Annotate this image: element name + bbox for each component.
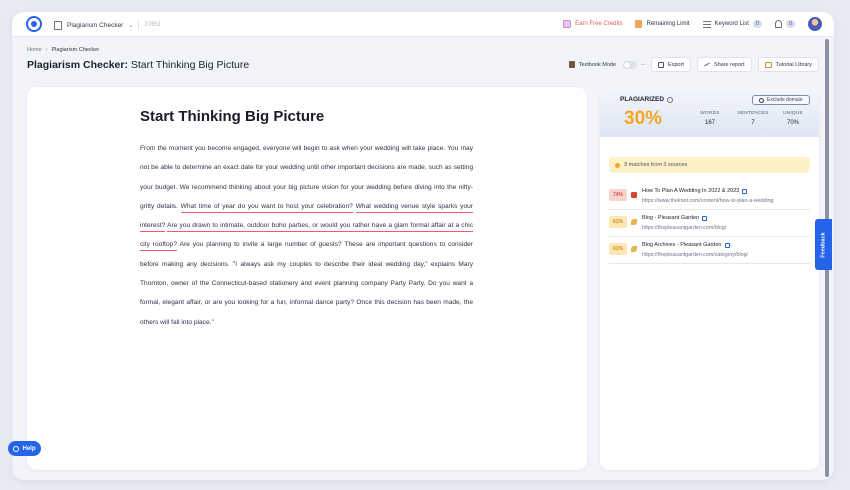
notifications-button[interactable]: 0 bbox=[774, 20, 795, 28]
plagiarized-label: PLAGIARIZED bbox=[620, 96, 674, 103]
matches-banner-text: 3 matches from 3 sources bbox=[624, 162, 688, 168]
match-title[interactable]: How To Plan A Wedding In 2022 & 2023 bbox=[642, 188, 748, 194]
notification-count-badge: 0 bbox=[785, 20, 795, 28]
breadcrumb-separator-icon: › bbox=[45, 47, 48, 53]
match-title-text: How To Plan A Wedding In 2022 & 2023 bbox=[642, 188, 740, 194]
user-avatar[interactable] bbox=[808, 17, 822, 31]
keyword-list-link[interactable]: Keyword List 0 bbox=[702, 20, 762, 28]
book-icon bbox=[568, 61, 575, 68]
keyword-list-label: Keyword List bbox=[714, 21, 749, 27]
toggle-line bbox=[641, 64, 646, 65]
top-right-menu: Earn Free Credits Remaining Limit Keywor… bbox=[563, 17, 822, 31]
plagiarism-percent: 30% bbox=[624, 108, 663, 129]
match-url[interactable]: https://thepleasantgarden.com/blog/ bbox=[642, 225, 726, 231]
share-label: Share report bbox=[713, 61, 745, 68]
stat-sentences: SENTENCES 7 bbox=[735, 111, 771, 126]
matches-banner: 3 matches from 3 sources bbox=[609, 157, 810, 173]
document-editor[interactable]: Start Thinking Big Picture From the mome… bbox=[27, 87, 587, 470]
help-button[interactable]: Help bbox=[8, 441, 41, 456]
site-favicon-icon bbox=[631, 219, 637, 225]
help-label: Help bbox=[22, 445, 36, 452]
document-icon bbox=[54, 20, 62, 30]
export-label: Export bbox=[668, 61, 684, 68]
stat-unique: UNIQUE 70% bbox=[775, 111, 811, 126]
export-icon bbox=[658, 61, 665, 68]
match-title-text: Blog Archives - Pleasant Garden bbox=[642, 242, 722, 248]
match-item[interactable]: 61% Blog Archives - Pleasant Garden http… bbox=[609, 238, 810, 264]
earn-credits-link[interactable]: Earn Free Credits bbox=[563, 20, 622, 28]
stat-label: UNIQUE bbox=[783, 111, 803, 116]
help-icon bbox=[13, 445, 20, 452]
block-icon bbox=[759, 97, 764, 103]
highlighted-sentence[interactable]: What time of year do you want to host yo… bbox=[180, 202, 353, 213]
library-icon bbox=[764, 61, 772, 68]
external-link-icon[interactable] bbox=[742, 188, 748, 194]
top-bar: Plagiarism Checker ⌄ 27651 Earn Free Cre… bbox=[12, 12, 834, 37]
stat-label: SENTENCES bbox=[737, 111, 769, 116]
share-icon bbox=[704, 62, 710, 68]
breadcrumb-home[interactable]: Home bbox=[27, 47, 42, 53]
match-title-text: Blog - Pleasant Garden bbox=[642, 215, 700, 221]
match-percent-badge: 61% bbox=[609, 216, 627, 228]
tool-name: Plagiarism Checker bbox=[67, 21, 124, 29]
bell-icon bbox=[774, 20, 782, 28]
info-icon[interactable] bbox=[667, 96, 674, 103]
stat-value: 70% bbox=[786, 120, 799, 126]
exclude-domain-button[interactable]: Exclude domain bbox=[752, 95, 810, 105]
textbook-mode-label: Textbook Mode bbox=[578, 61, 617, 68]
stat-value: 167 bbox=[704, 120, 715, 126]
divider bbox=[138, 20, 140, 30]
site-favicon-icon bbox=[631, 246, 637, 252]
exclude-domain-label: Exclude domain bbox=[767, 97, 803, 103]
match-item[interactable]: 61% Blog - Pleasant Garden https://thepl… bbox=[609, 211, 810, 237]
page-title-doc: Start Thinking Big Picture bbox=[127, 59, 250, 71]
textbook-mode: Textbook Mode bbox=[568, 60, 646, 69]
app-logo-icon[interactable] bbox=[26, 16, 42, 32]
remaining-limit-label: Remaining Limit bbox=[646, 21, 690, 27]
feedback-tab[interactable]: Feedback bbox=[815, 219, 832, 270]
export-button[interactable]: Export bbox=[651, 57, 691, 72]
document-title[interactable]: Start Thinking Big Picture bbox=[140, 108, 324, 125]
alert-icon bbox=[615, 162, 620, 168]
site-favicon-icon bbox=[631, 192, 637, 198]
textbook-mode-toggle[interactable] bbox=[623, 60, 638, 69]
stat-label: WORDS bbox=[700, 111, 720, 116]
results-panel: PLAGIARIZED Exclude domain 30% WORDS 167… bbox=[600, 87, 819, 470]
match-title[interactable]: Blog Archives - Pleasant Garden bbox=[642, 242, 730, 248]
gift-icon bbox=[563, 20, 572, 28]
earn-credits-label: Earn Free Credits bbox=[575, 21, 623, 27]
match-url[interactable]: https://thepleasantgarden.com/category/b… bbox=[642, 252, 748, 258]
tutorial-library-button[interactable]: Tutorial Library bbox=[757, 57, 819, 72]
tutorial-label: Tutorial Library bbox=[775, 61, 812, 68]
chevron-down-icon: ⌄ bbox=[128, 22, 134, 29]
stat-words: WORDS 167 bbox=[692, 111, 728, 126]
breadcrumb: Home › Plagiarism Checker bbox=[27, 47, 99, 53]
plagiarized-text: PLAGIARIZED bbox=[620, 96, 665, 103]
keyword-count-badge: 0 bbox=[752, 20, 762, 28]
word-credits: 27651 bbox=[144, 22, 162, 28]
match-url[interactable]: https://www.theknot.com/content/how-to-p… bbox=[642, 198, 774, 204]
text-segment: Are you planning to invite a large numbe… bbox=[140, 241, 473, 326]
stat-value: 7 bbox=[751, 120, 755, 126]
list-icon bbox=[702, 20, 711, 28]
page-title: Plagiarism Checker: Start Thinking Big P… bbox=[27, 59, 249, 71]
match-percent-badge: 74% bbox=[609, 189, 627, 201]
match-percent-badge: 61% bbox=[609, 243, 627, 255]
external-link-icon[interactable] bbox=[724, 242, 730, 248]
share-report-button[interactable]: Share report bbox=[696, 57, 752, 72]
text-segment: From the moment you become engaged, ever… bbox=[140, 145, 473, 210]
breadcrumb-current: Plagiarism Checker bbox=[51, 47, 100, 53]
document-body[interactable]: From the moment you become engaged, ever… bbox=[140, 139, 474, 332]
match-title[interactable]: Blog - Pleasant Garden bbox=[642, 215, 708, 221]
feedback-label: Feedback bbox=[820, 231, 827, 258]
remaining-limit-link[interactable]: Remaining Limit bbox=[635, 20, 690, 28]
score-panel: PLAGIARIZED Exclude domain 30% WORDS 167… bbox=[600, 87, 819, 137]
app-window: Plagiarism Checker ⌄ 27651 Earn Free Cre… bbox=[12, 12, 834, 480]
action-toolbar: Textbook Mode Export Share report Tutori… bbox=[568, 57, 819, 72]
match-item[interactable]: 74% How To Plan A Wedding In 2022 & 2023… bbox=[609, 184, 810, 210]
external-link-icon[interactable] bbox=[702, 215, 708, 221]
page-title-tool: Plagiarism Checker: bbox=[27, 59, 128, 71]
gem-icon bbox=[635, 20, 643, 28]
tool-selector[interactable]: Plagiarism Checker ⌄ 27651 bbox=[54, 18, 161, 32]
